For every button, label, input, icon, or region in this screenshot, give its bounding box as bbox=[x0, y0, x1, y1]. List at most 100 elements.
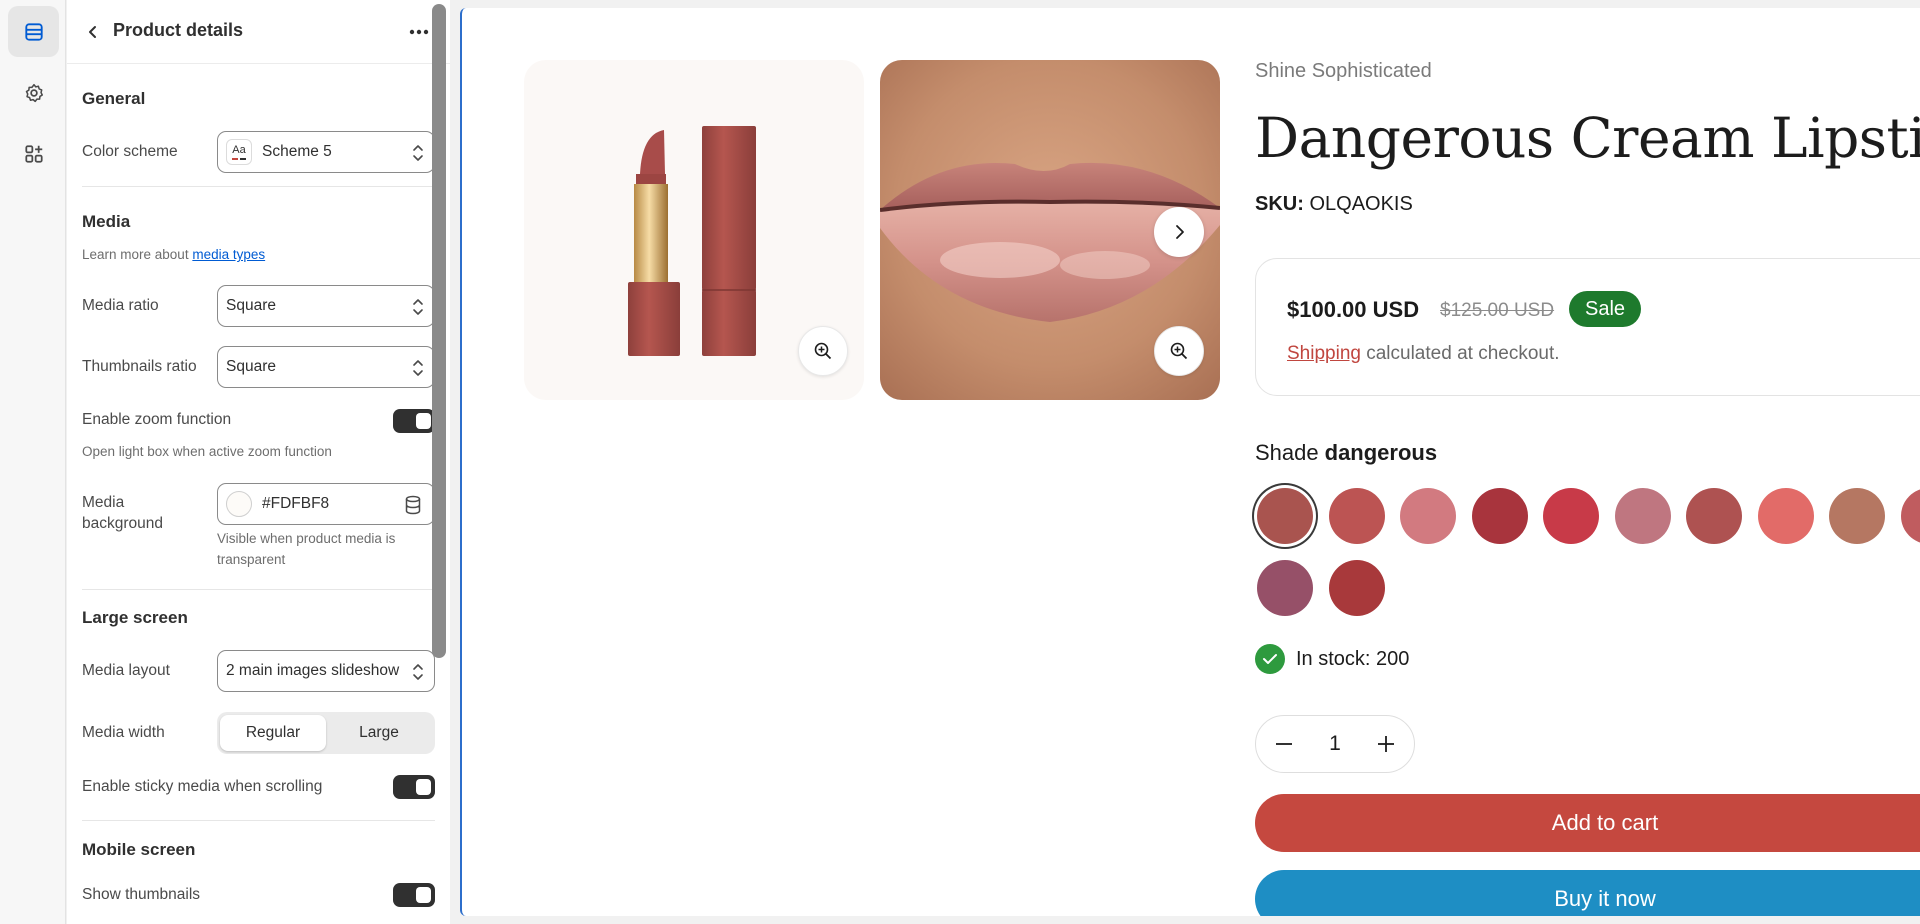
shade-swatch[interactable] bbox=[1257, 560, 1313, 616]
back-button[interactable] bbox=[77, 16, 109, 48]
shade-swatch[interactable] bbox=[1328, 488, 1385, 544]
shade-swatch[interactable] bbox=[1400, 488, 1456, 544]
color-scheme-icon: Aa bbox=[226, 139, 252, 165]
apps-button[interactable] bbox=[8, 128, 59, 179]
media-layout-label: Media layout bbox=[82, 662, 170, 679]
panel-scrollbar[interactable] bbox=[432, 4, 446, 658]
store-preview: Shine Sophisticated Dangerous Cream Lips… bbox=[460, 8, 1920, 916]
sale-badge: Sale bbox=[1569, 291, 1641, 327]
shade-swatch[interactable] bbox=[1900, 488, 1920, 544]
media-help-prefix: Learn more about bbox=[82, 247, 189, 262]
product-title: Dangerous Cream Lipstick bbox=[1255, 106, 1920, 170]
zoom-button[interactable] bbox=[798, 326, 848, 376]
thumbnails-ratio-label: Thumbnails ratio bbox=[82, 358, 197, 375]
zoom-help-text: Open light box when active zoom function bbox=[82, 444, 332, 459]
chevron-right-icon bbox=[1176, 225, 1184, 239]
gear-icon bbox=[25, 83, 43, 102]
zoom-button[interactable] bbox=[1154, 326, 1204, 376]
media-layout-select[interactable]: 2 main images slideshow bbox=[217, 650, 435, 692]
select-chevron-icon bbox=[413, 145, 423, 161]
sticky-media-toggle[interactable] bbox=[393, 775, 435, 799]
shade-swatch[interactable] bbox=[1686, 488, 1742, 544]
thumbnails-ratio-value: Square bbox=[226, 358, 276, 375]
divider bbox=[82, 589, 435, 590]
media-background-color-field[interactable]: #FDFBF8 bbox=[217, 483, 435, 525]
product-sku: SKU: OLQAOKIS bbox=[1255, 193, 1413, 216]
shade-swatch[interactable] bbox=[1614, 488, 1671, 544]
sku-label: SKU: bbox=[1255, 193, 1304, 215]
shade-swatch[interactable] bbox=[1757, 488, 1814, 544]
shade-swatch[interactable] bbox=[1471, 488, 1528, 544]
check-circle-icon bbox=[1255, 644, 1285, 674]
shipping-note: Shipping calculated at checkout. bbox=[1287, 343, 1560, 365]
media-width-label: Media width bbox=[82, 724, 165, 741]
shade-selected-value: dangerous bbox=[1324, 440, 1438, 465]
quantity-decrease-button[interactable] bbox=[1270, 730, 1298, 758]
divider bbox=[82, 820, 435, 821]
more-actions-button[interactable] bbox=[403, 16, 435, 48]
media-background-value: #FDFBF8 bbox=[262, 495, 330, 512]
media-layout-value: 2 main images slideshow bbox=[226, 662, 400, 679]
show-thumbnails-label: Show thumbnails bbox=[82, 886, 201, 903]
section-title-large-screen: Large screen bbox=[82, 608, 188, 627]
plus-icon bbox=[1378, 736, 1394, 752]
media-width-large[interactable]: Large bbox=[326, 715, 432, 751]
shade-label-text: Shade bbox=[1255, 440, 1319, 465]
shipping-link[interactable]: Shipping bbox=[1287, 343, 1361, 364]
panel-title: Product details bbox=[113, 20, 244, 40]
product-media-lipstick[interactable] bbox=[524, 60, 864, 400]
media-width-segmented-control: Regular Large bbox=[217, 712, 435, 754]
enable-zoom-label: Enable zoom function bbox=[82, 411, 232, 428]
slideshow-next-button[interactable] bbox=[1154, 207, 1204, 257]
sections-button[interactable] bbox=[8, 6, 59, 57]
media-background-label-line1: Media bbox=[82, 494, 125, 511]
shade-label: Shade dangerous bbox=[1255, 440, 1437, 466]
color-scheme-value: Scheme 5 bbox=[262, 143, 332, 160]
sticky-media-label: Enable sticky media when scrolling bbox=[82, 778, 323, 795]
compare-at-price: $125.00 USD bbox=[1440, 300, 1555, 321]
quantity-increase-button[interactable] bbox=[1372, 730, 1400, 758]
media-width-regular[interactable]: Regular bbox=[220, 715, 326, 751]
media-ratio-select[interactable]: Square bbox=[217, 285, 435, 327]
section-title-general: General bbox=[82, 89, 146, 108]
zoom-in-icon bbox=[1170, 342, 1188, 360]
thumbnails-ratio-select[interactable]: Square bbox=[217, 346, 435, 388]
settings-panel: Product details General Color scheme Aa … bbox=[67, 0, 450, 924]
minus-icon bbox=[1276, 743, 1292, 745]
database-icon[interactable] bbox=[404, 495, 422, 515]
theme-settings-button[interactable] bbox=[8, 67, 59, 118]
divider bbox=[82, 186, 435, 187]
media-ratio-value: Square bbox=[226, 297, 276, 314]
sku-value: OLQAOKIS bbox=[1309, 193, 1413, 215]
buy-now-button[interactable]: Buy it now bbox=[1255, 870, 1920, 916]
shade-swatch[interactable] bbox=[1543, 488, 1599, 544]
add-to-cart-button[interactable]: Add to cart bbox=[1255, 794, 1920, 852]
media-help-text: Learn more about media types bbox=[82, 244, 265, 265]
stock-text: In stock: 200 bbox=[1296, 647, 1410, 670]
sections-icon bbox=[24, 22, 43, 41]
stock-status: In stock: 200 bbox=[1255, 644, 1409, 674]
more-horizontal-icon bbox=[409, 29, 429, 35]
media-types-link[interactable]: media types bbox=[192, 247, 265, 262]
quantity-value[interactable]: 1 bbox=[1329, 732, 1341, 756]
zoom-in-icon bbox=[814, 342, 832, 360]
product-vendor: Shine Sophisticated bbox=[1255, 60, 1432, 82]
color-scheme-select[interactable]: Aa Scheme 5 bbox=[217, 131, 435, 173]
shade-swatch[interactable] bbox=[1328, 560, 1385, 616]
shade-swatch[interactable] bbox=[1257, 488, 1313, 544]
chevron-left-icon bbox=[89, 26, 96, 38]
media-ratio-label: Media ratio bbox=[82, 297, 159, 314]
quantity-stepper: 1 bbox=[1255, 715, 1415, 773]
color-scheme-label: Color scheme bbox=[82, 143, 178, 160]
shade-swatch[interactable] bbox=[1829, 488, 1885, 544]
enable-zoom-toggle[interactable] bbox=[393, 409, 435, 433]
color-scheme-icon-text: Aa bbox=[232, 143, 246, 156]
section-title-mobile-screen: Mobile screen bbox=[82, 840, 196, 859]
color-swatch[interactable] bbox=[226, 491, 252, 517]
show-thumbnails-toggle[interactable] bbox=[393, 883, 435, 907]
media-background-help: Visible when product media is transparen… bbox=[217, 531, 396, 567]
media-background-label: Media background bbox=[82, 492, 163, 534]
select-chevron-icon bbox=[413, 664, 423, 680]
editor-sidebar-rail bbox=[0, 0, 66, 924]
select-chevron-icon bbox=[413, 360, 423, 376]
